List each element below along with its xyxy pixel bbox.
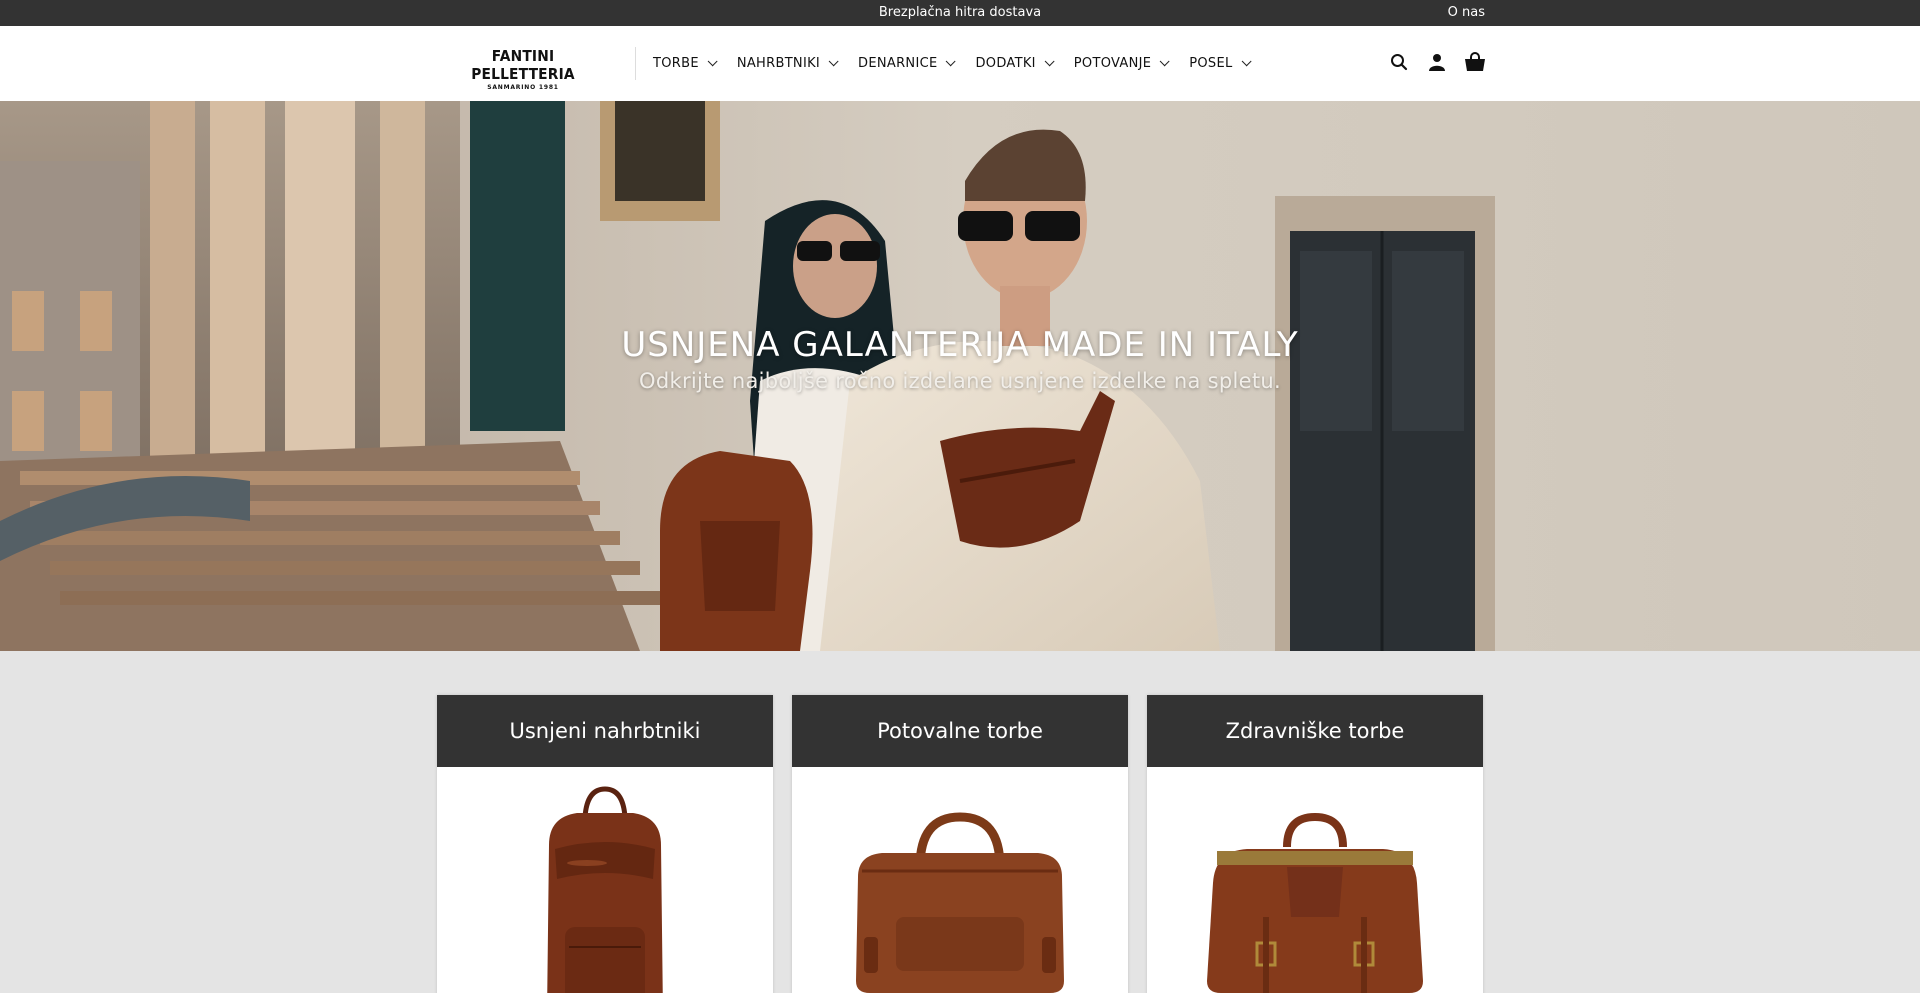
nav-item-denarnice[interactable]: DENARNICE: [858, 56, 957, 71]
backpack-image: [547, 786, 663, 993]
category-card-doctor-bags[interactable]: Zdravniške torbe: [1147, 695, 1483, 993]
nav-label: TORBE: [653, 56, 699, 71]
site-header: FANTINI PELLETTERIA SANMARINO 1981 TORBE…: [0, 26, 1920, 101]
main-nav: TORBE NAHRBTNIKI DENARNICE DODATKI POTOV…: [653, 26, 1271, 101]
chevron-down-icon: [707, 56, 718, 67]
logo-tagline: SANMARINO 1981: [487, 84, 559, 91]
header-actions: [1373, 50, 1487, 74]
announcement-bar: Brezplačna hitra dostava O nas: [0, 0, 1920, 26]
header-divider: [635, 47, 636, 80]
category-card-travel-bags[interactable]: Potovalne torbe: [792, 695, 1128, 993]
chevron-down-icon: [1044, 56, 1055, 67]
account-icon[interactable]: [1425, 50, 1449, 74]
nav-item-torbe[interactable]: TORBE: [653, 56, 718, 71]
nav-item-potovanje[interactable]: POTOVANJE: [1073, 56, 1170, 71]
category-title: Usnjeni nahrbtniki: [437, 695, 773, 767]
nav-item-posel[interactable]: POSEL: [1189, 56, 1252, 71]
category-grid: Usnjeni nahrbtniki Potovalne torbe Zdrav…: [437, 695, 1502, 993]
hero-subtitle: Odkrijte najboljše ročno izdelane usnjen…: [639, 369, 1281, 393]
chevron-down-icon: [1241, 56, 1252, 67]
category-title: Zdravniške torbe: [1147, 695, 1483, 767]
brand-logo[interactable]: FANTINI PELLETTERIA SANMARINO 1981: [433, 47, 613, 91]
nav-label: NAHRBTNIKI: [736, 56, 821, 71]
travel-bag-image: [856, 812, 1064, 993]
cart-icon[interactable]: [1463, 50, 1487, 74]
nav-item-nahrbtniki[interactable]: NAHRBTNIKI: [736, 56, 839, 71]
doctor-bag-image: [1207, 812, 1423, 993]
about-us-link[interactable]: O nas: [1448, 5, 1485, 20]
nav-label: DENARNICE: [858, 56, 938, 71]
nav-label: POSEL: [1189, 56, 1233, 71]
hero-title: USNJENA GALANTERIJA MADE IN ITALY: [621, 325, 1299, 365]
category-image: [1147, 767, 1483, 993]
logo-wordmark: FANTINI PELLETTERIA: [471, 47, 575, 83]
chevron-down-icon: [828, 56, 839, 67]
chevron-down-icon: [946, 56, 957, 67]
search-icon[interactable]: [1387, 50, 1411, 74]
nav-item-dodatki[interactable]: DODATKI: [975, 56, 1055, 71]
category-title: Potovalne torbe: [792, 695, 1128, 767]
nav-label: DODATKI: [975, 56, 1036, 71]
chevron-down-icon: [1159, 56, 1170, 67]
category-image: [437, 767, 773, 993]
free-shipping-text: Brezplačna hitra dostava: [878, 5, 1042, 20]
nav-label: POTOVANJE: [1073, 56, 1152, 71]
hero-banner: USNJENA GALANTERIJA MADE IN ITALY Odkrij…: [0, 101, 1920, 651]
category-image: [792, 767, 1128, 993]
category-card-backpacks[interactable]: Usnjeni nahrbtniki: [437, 695, 773, 993]
